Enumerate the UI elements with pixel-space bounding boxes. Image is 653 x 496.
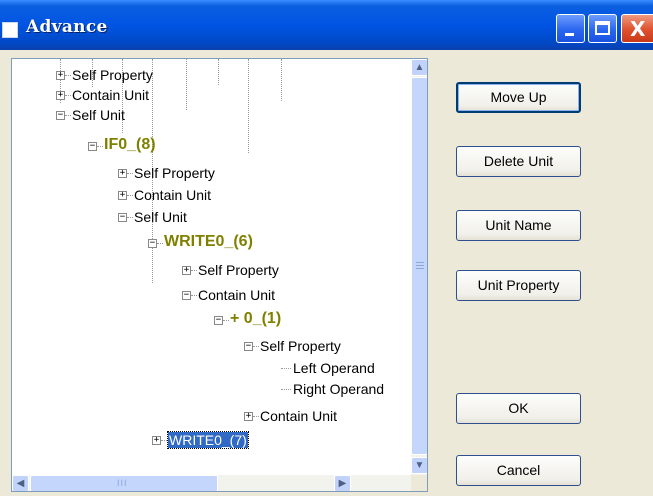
ok-button[interactable]: OK xyxy=(456,393,581,424)
expand-icon[interactable]: + xyxy=(152,436,161,445)
collapse-icon[interactable]: − xyxy=(118,213,127,222)
expand-icon[interactable]: + xyxy=(118,191,127,200)
tree-connector xyxy=(281,389,291,390)
scroll-right-button[interactable]: ▶ xyxy=(334,475,351,491)
tree-node-label: Contain Unit xyxy=(260,408,338,424)
tree-connector xyxy=(127,173,133,174)
expand-icon[interactable]: + xyxy=(118,169,127,178)
tree-guide-line xyxy=(218,59,219,85)
tree-connector xyxy=(281,368,291,369)
tree-connector xyxy=(127,217,133,218)
tree-node-label: Contain Unit xyxy=(198,287,276,303)
tree-guide-line xyxy=(248,59,249,153)
tree-node-label: Right Operand xyxy=(293,381,385,397)
unit-name-button[interactable]: Unit Name xyxy=(456,210,581,241)
vertical-scrollbar[interactable]: ▲ ▼ xyxy=(411,59,427,475)
tree-connector xyxy=(157,243,163,244)
maximize-button[interactable] xyxy=(588,14,617,43)
tree-connector xyxy=(127,195,133,196)
tree-node-label: Contain Unit xyxy=(134,187,212,203)
expand-icon[interactable]: + xyxy=(56,71,65,80)
collapse-icon[interactable]: − xyxy=(56,111,65,120)
tree-connector xyxy=(161,440,167,441)
grip-line xyxy=(416,268,424,269)
close-button[interactable]: X xyxy=(621,14,653,43)
tree-connector xyxy=(191,295,197,296)
grip-line xyxy=(416,262,424,263)
collapse-icon[interactable]: − xyxy=(182,291,191,300)
tree-node-label: Left Operand xyxy=(293,360,375,376)
expand-icon[interactable]: + xyxy=(56,91,65,100)
unit-tree-view[interactable]: + Self Property + Contain Unit − Self Unit − IF… xyxy=(11,58,428,492)
tree-connector xyxy=(253,416,259,417)
close-icon: X xyxy=(630,17,646,41)
horizontal-scrollbar[interactable]: ◀ III ▶ xyxy=(12,475,411,491)
scroll-up-button[interactable]: ▲ xyxy=(411,59,427,76)
minimize-button[interactable] xyxy=(556,14,585,43)
tree-node-label: WRITE0_(6) xyxy=(164,233,253,250)
tree-connector xyxy=(65,95,71,96)
collapse-icon[interactable]: − xyxy=(214,316,223,325)
window-title: Advance xyxy=(26,17,108,37)
tree-node-label: + 0_(1) xyxy=(230,310,282,327)
maximize-icon xyxy=(595,21,610,35)
tree-connector xyxy=(65,115,71,116)
tree-node-label: Self Unit xyxy=(134,209,187,225)
tree-node-label: Self Property xyxy=(72,67,153,83)
delete-unit-button[interactable]: Delete Unit xyxy=(456,146,581,177)
window-icon xyxy=(2,22,18,38)
tree-node-label: Self Property xyxy=(260,338,341,354)
tree-node-label: Self Property xyxy=(198,262,279,278)
tree-guide-line xyxy=(186,59,187,110)
expand-icon[interactable]: + xyxy=(244,412,253,421)
tree-node-label: Contain Unit xyxy=(72,87,150,103)
scrollbar-corner xyxy=(411,475,427,491)
vertical-scroll-thumb[interactable] xyxy=(411,77,427,455)
move-up-button[interactable]: Move Up xyxy=(456,82,581,113)
tree-connector xyxy=(253,346,259,347)
tree-connector xyxy=(223,320,229,321)
unit-property-button[interactable]: Unit Property xyxy=(456,270,581,301)
tree-node-label: Self Property xyxy=(134,165,215,181)
scroll-grip: III xyxy=(117,478,128,488)
tree-guide-line xyxy=(281,59,282,101)
tree-node-label: IF0_(8) xyxy=(104,136,156,153)
tree-connector xyxy=(191,270,197,271)
title-bar[interactable]: Advance X xyxy=(0,0,653,50)
tree-node-label: Self Unit xyxy=(72,107,125,123)
cancel-button[interactable]: Cancel xyxy=(456,455,581,486)
expand-icon[interactable]: + xyxy=(182,266,191,275)
minimize-icon xyxy=(565,33,574,36)
collapse-icon[interactable]: − xyxy=(88,142,97,151)
collapse-icon[interactable]: − xyxy=(244,342,253,351)
scroll-down-button[interactable]: ▼ xyxy=(411,457,427,474)
tree-node-label: WRITE0_(7) xyxy=(167,431,249,449)
tree-connector xyxy=(65,75,71,76)
tree-connector xyxy=(97,146,103,147)
grip-line xyxy=(416,265,424,266)
scroll-left-button[interactable]: ◀ xyxy=(12,475,29,491)
horizontal-scroll-thumb[interactable]: III xyxy=(30,475,218,491)
collapse-icon[interactable]: − xyxy=(148,239,157,248)
